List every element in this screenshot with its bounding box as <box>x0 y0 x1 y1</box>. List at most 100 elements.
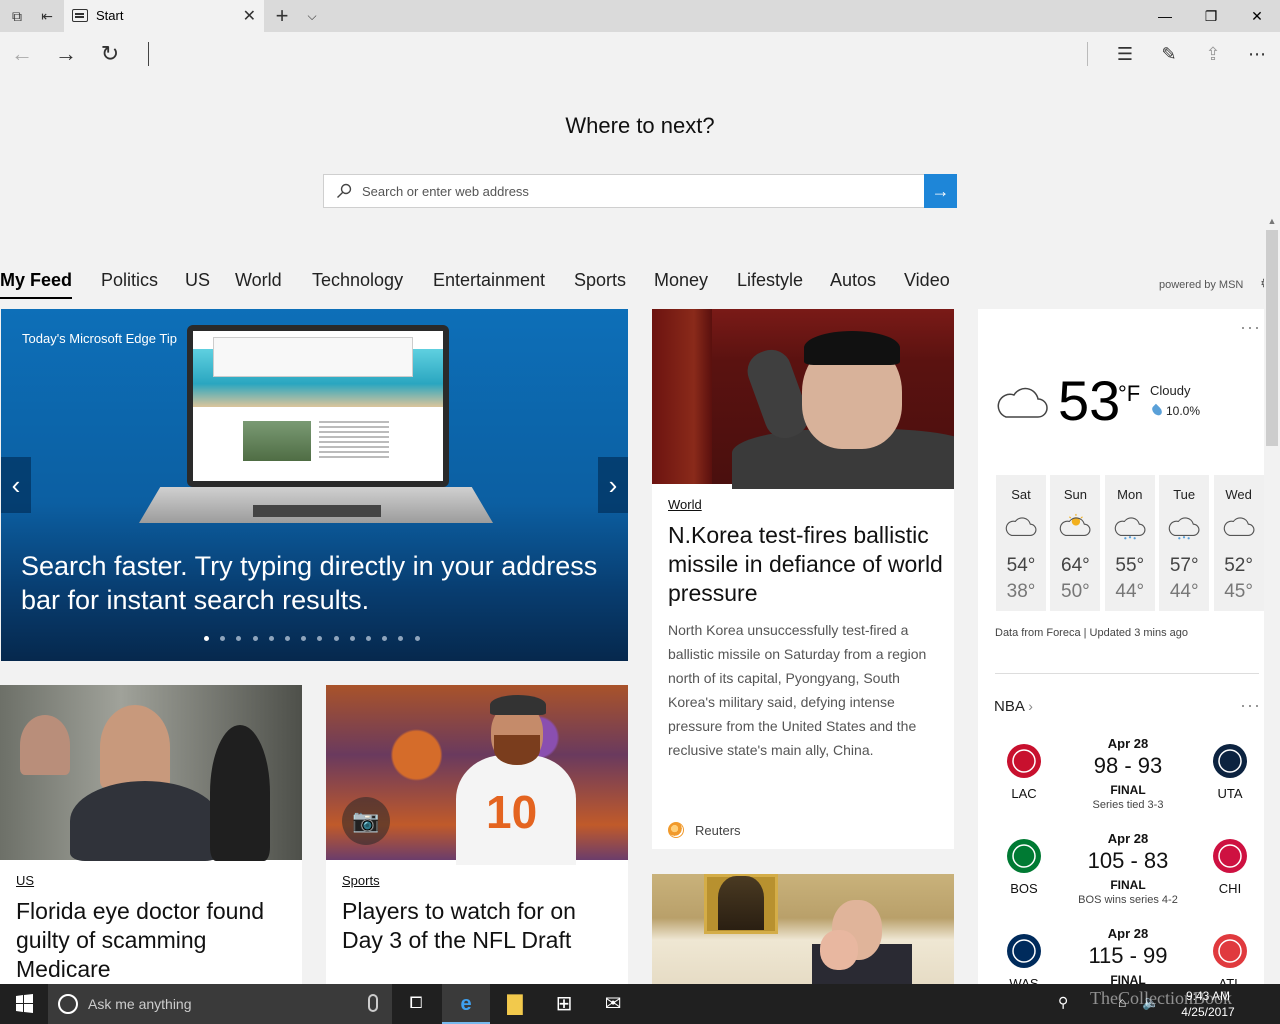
temperature-unit[interactable]: °F <box>1118 381 1140 407</box>
file-explorer-icon[interactable]: ▇ <box>491 984 539 1024</box>
story-category[interactable]: US <box>16 873 34 888</box>
nba-title[interactable]: NBA › <box>994 698 1033 715</box>
widgets-column: ··· 53 °F Cloudy 10.0% Sat 54° 38° Sun 64° 50… <box>978 309 1264 991</box>
carousel-dot[interactable] <box>220 636 226 641</box>
carousel-next-button[interactable]: › <box>598 457 628 513</box>
tab-preview-chevron-icon[interactable]: ⌵ <box>302 4 322 28</box>
store-icon[interactable]: ⊞ <box>540 984 588 1024</box>
carousel-dot[interactable] <box>349 636 355 641</box>
game-score: 98 - 93 <box>1093 753 1163 778</box>
carousel-dot[interactable] <box>333 636 339 641</box>
forecast-low: 50° <box>1061 581 1090 602</box>
close-window-button[interactable]: ✕ <box>1234 0 1280 32</box>
tab-technology[interactable]: Technology <box>312 270 403 291</box>
close-tab-icon[interactable]: ✕ <box>243 6 256 26</box>
forecast-day[interactable]: Wed 52° 45° <box>1213 475 1264 611</box>
tab-lifestyle[interactable]: Lifestyle <box>737 270 803 291</box>
forecast-low: 38° <box>1006 581 1036 602</box>
scroll-up-icon[interactable]: ▲ <box>1264 214 1280 228</box>
story-title[interactable]: N.Korea test-fires ballistic missile in … <box>668 521 944 608</box>
carousel-dot[interactable] <box>204 636 209 641</box>
weather-footer: Data from Foreca | Updated 3 mins ago <box>995 627 1189 639</box>
task-view-icon[interactable]: ⧠ <box>392 984 440 1024</box>
hero-carousel[interactable]: Today's Microsoft Edge Tip ‹ › Search fa… <box>1 309 628 661</box>
tab-money[interactable]: Money <box>654 270 708 291</box>
refresh-button[interactable]: ↻ <box>94 38 126 70</box>
powered-by-msn[interactable]: powered by MSN <box>1159 279 1243 291</box>
carousel-dot[interactable] <box>285 636 290 641</box>
forecast-day[interactable]: Sat 54° 38° <box>996 475 1046 611</box>
set-aside-tabs-icon[interactable]: ⇤ <box>38 7 56 25</box>
hub-icon[interactable]: ☰ <box>1109 38 1141 70</box>
weather-more-icon[interactable]: ··· <box>1240 317 1261 338</box>
scroll-thumb[interactable] <box>1266 230 1278 446</box>
forecast-day[interactable]: Mon 55° 44° <box>1104 475 1155 611</box>
tab-world[interactable]: World <box>235 270 282 291</box>
tab-sports[interactable]: Sports <box>574 270 626 291</box>
carousel-dot[interactable] <box>414 636 420 641</box>
web-note-icon[interactable]: ✎ <box>1153 38 1185 70</box>
nba-game[interactable]: LAC Apr 28 98 - 93 FINAL Series tied 3-3 UTA <box>978 736 1264 835</box>
people-icon[interactable]: ⚲ <box>1058 994 1068 1011</box>
forecast-day-label: Mon <box>1117 487 1143 502</box>
carousel-dot[interactable] <box>366 636 371 641</box>
forecast-low: 44° <box>1115 581 1145 602</box>
story-card-whitehouse[interactable] <box>652 874 954 984</box>
search-input[interactable] <box>362 175 922 207</box>
tab-us[interactable]: US <box>185 270 210 291</box>
carousel-dot[interactable] <box>236 636 242 641</box>
carousel-dot[interactable] <box>317 636 323 641</box>
tab-politics[interactable]: Politics <box>101 270 158 291</box>
carousel-dot[interactable] <box>398 636 404 641</box>
partly-sunny-icon <box>1060 513 1091 536</box>
story-card-korea[interactable]: World N.Korea test-fires ballistic missi… <box>652 309 954 849</box>
carousel-dot[interactable] <box>252 636 258 641</box>
share-icon[interactable]: ⇪ <box>1197 38 1229 70</box>
story-category[interactable]: World <box>668 497 702 512</box>
carousel-dot[interactable] <box>268 636 274 641</box>
new-tab-button[interactable]: + <box>270 2 294 30</box>
search-go-button[interactable]: → <box>924 174 957 208</box>
forecast-high: 52° <box>1224 555 1253 576</box>
story-category[interactable]: Sports <box>342 873 380 888</box>
forward-button[interactable]: → <box>50 38 82 70</box>
nba-more-icon[interactable]: ··· <box>1240 695 1261 716</box>
watermark: TheCollectionBook <box>1090 988 1232 1008</box>
toolbar-divider <box>1087 42 1088 66</box>
forecast-day[interactable]: Sun 64° 50° <box>1050 475 1101 611</box>
tab-video[interactable]: Video <box>904 270 950 291</box>
current-temperature[interactable]: 53 <box>1058 373 1120 429</box>
back-button[interactable]: ← <box>6 38 38 70</box>
tab-start[interactable]: Start ✕ <box>64 0 264 32</box>
tab-entertainment[interactable]: Entertainment <box>433 270 545 291</box>
edge-taskbar-icon[interactable]: e <box>442 984 490 1024</box>
tab-actions-icon[interactable]: ⧉ <box>8 7 26 25</box>
forecast-high: 64° <box>1061 555 1090 576</box>
address-cursor[interactable] <box>148 42 149 66</box>
mail-icon[interactable]: ✉ <box>589 984 637 1024</box>
game-date: Apr 28 <box>1107 831 1149 846</box>
forecast-low: 45° <box>1224 581 1253 602</box>
carousel-dot[interactable] <box>301 636 307 641</box>
tab-autos[interactable]: Autos <box>830 270 876 291</box>
more-actions-icon[interactable]: ⋯ <box>1241 38 1273 70</box>
tab-my-feed[interactable]: My Feed <box>0 270 73 299</box>
story-card-nfl[interactable]: 10 📷 Sports Players to watch for on Day … <box>326 685 628 984</box>
story-title[interactable]: Florida eye doctor found guilty of scamm… <box>16 897 292 984</box>
restore-button[interactable]: ❐ <box>1188 0 1234 32</box>
away-team-logo <box>1213 839 1247 873</box>
carousel-dot[interactable] <box>382 636 388 641</box>
nba-game[interactable]: BOS Apr 28 105 - 83 FINAL BOS wins series 4-… <box>978 831 1264 930</box>
forecast-day[interactable]: Tue 57° 44° <box>1159 475 1210 611</box>
story-card-doctor[interactable]: US Florida eye doctor found guilty of sc… <box>0 685 302 984</box>
carousel-prev-button[interactable]: ‹ <box>1 457 31 513</box>
hero-headline[interactable]: Search faster. Try typing directly in yo… <box>21 549 621 617</box>
chevron-right-icon: › <box>1028 698 1033 714</box>
minimize-button[interactable]: — <box>1142 0 1188 32</box>
scrollbar[interactable]: ▲ <box>1264 214 1280 984</box>
cortana-search[interactable]: Ask me anything <box>48 984 392 1024</box>
game-date: Apr 28 <box>1107 736 1149 751</box>
story-title[interactable]: Players to watch for on Day 3 of the NFL… <box>342 897 618 955</box>
microphone-icon[interactable] <box>368 994 378 1012</box>
windows-start-icon[interactable] <box>0 984 48 1024</box>
